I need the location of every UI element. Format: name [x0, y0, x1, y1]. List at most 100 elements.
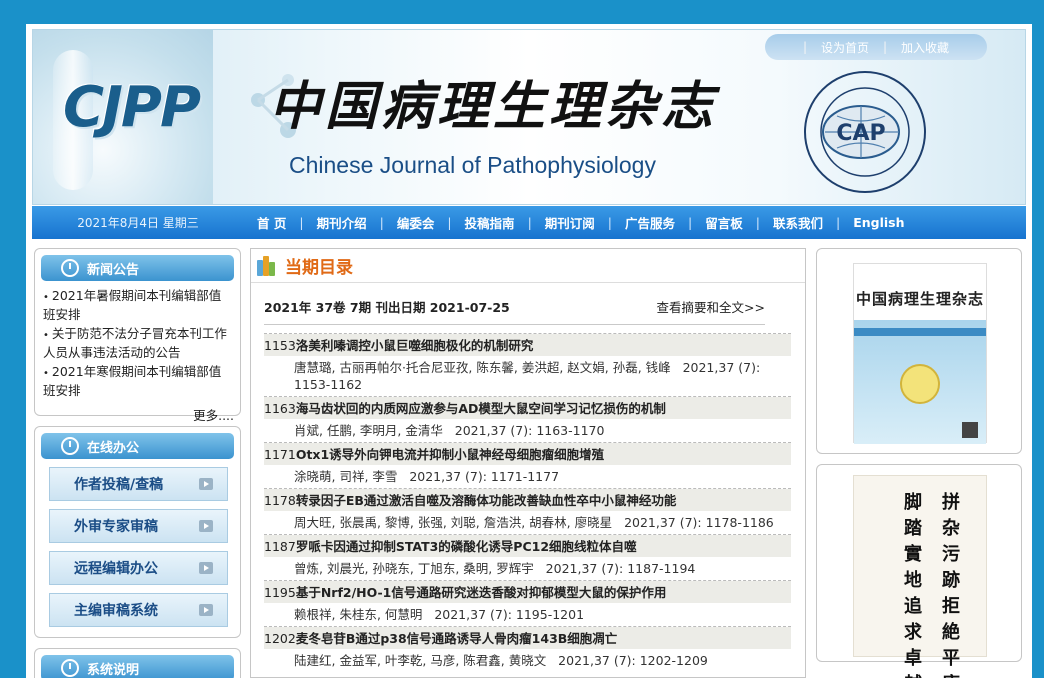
- cjpp-logo: CJPP: [63, 75, 201, 140]
- add-favorite-link[interactable]: 加入收藏: [901, 39, 949, 56]
- nav-item[interactable]: 期刊订阅: [532, 213, 608, 232]
- current-date: 2021年8月4日 星期三: [77, 216, 199, 230]
- article-page: 1171: [264, 447, 296, 462]
- news-item[interactable]: 关于防范不法分子冒充本刊工作人员从事违法活动的公告: [43, 325, 232, 361]
- article-entry: 1171Otx1诱导外向钾电流并抑制小鼠神经母细胞瘤细胞增殖 涂晓萌, 司祥, 李…: [264, 442, 791, 488]
- article-page: 1163: [264, 401, 296, 416]
- article-title: 洛美利嗪调控小鼠巨噬细胞极化的机制研究: [295, 338, 534, 353]
- author-submission-button[interactable]: 作者投稿/查稿: [49, 467, 228, 501]
- news-item[interactable]: 2021年暑假期间本刊编辑部值班安排: [43, 287, 232, 323]
- article-authors: 曾炼, 刘晨光, 孙晓东, 丁旭东, 桑明, 罗辉宇: [294, 561, 534, 576]
- article-title-link[interactable]: 1163海马齿状回的内质网应激参与AD模型大鼠空间学习记忆损伤的机制: [264, 397, 791, 419]
- article-page: 1187: [264, 539, 296, 554]
- article-authors: 赖根祥, 朱桂东, 何慧明: [294, 607, 423, 622]
- article-page: 1178: [264, 493, 296, 508]
- system-panel: 系统说明: [34, 648, 241, 678]
- article-entry: 1163海马齿状回的内质网应激参与AD模型大鼠空间学习记忆损伤的机制 肖斌, 任鹏…: [264, 396, 791, 442]
- article-title: 海马齿状回的内质网应激参与AD模型大鼠空间学习记忆损伤的机制: [295, 401, 666, 416]
- seal-text: CAP: [836, 121, 885, 146]
- article-citation: 2021,37 (7): 1187-1194: [545, 561, 696, 576]
- article-meta: 周大旺, 张晨禹, 黎博, 张强, 刘聪, 詹浩洪, 胡春林, 廖晓星 2021…: [264, 511, 791, 534]
- article-title-link[interactable]: 1202麦冬皂苷B通过p38信号通路诱导人骨肉瘤143B细胞凋亡: [264, 627, 791, 649]
- nav-item[interactable]: 编委会: [384, 213, 448, 232]
- article-title: 基于Nrf2/HO-1信号通路研究迷迭香酸对抑郁模型大鼠的保护作用: [295, 585, 667, 600]
- clock-icon: [61, 259, 79, 277]
- article-citation: 2021,37 (7): 1178-1186: [624, 515, 774, 530]
- article-title: 麦冬皂苷B通过p38信号通路诱导人骨肉瘤143B细胞凋亡: [295, 631, 618, 646]
- article-meta: 唐慧璐, 古丽再帕尔·托合尼亚孜, 陈东馨, 姜洪超, 赵文娟, 孙磊, 钱峰 …: [264, 356, 791, 396]
- calligraphy-column: 脚踏實地追求卓越: [904, 492, 922, 678]
- nav-items: 首 页 | 期刊介绍 | 编委会 | 投稿指南 | 期刊订阅 | 广告服务 | 留言板 | 联系我们 | Eng…: [244, 213, 918, 232]
- article-authors: 陆建红, 金益军, 叶李乾, 马彦, 陈君鑫, 黄晓文: [294, 653, 547, 668]
- article-meta: 涂晓萌, 司祥, 李雪 2021,37 (7): 1171-1177: [264, 465, 791, 488]
- nav-item[interactable]: 留言板: [692, 213, 756, 232]
- arrow-right-icon: [199, 604, 213, 616]
- article-citation: 2021,37 (7): 1163-1170: [454, 423, 605, 438]
- cover-seal-icon: [900, 364, 940, 404]
- article-title-link[interactable]: 1171Otx1诱导外向钾电流并抑制小鼠神经母细胞瘤细胞增殖: [264, 443, 791, 465]
- clock-icon: [61, 437, 79, 455]
- article-authors: 唐慧璐, 古丽再帕尔·托合尼亚孜, 陈东馨, 姜洪超, 赵文娟, 孙磊, 钱峰: [294, 360, 671, 375]
- article-title: 转录因子EB通过激活自噬及溶酶体功能改善缺血性卒中小鼠神经功能: [295, 493, 677, 508]
- article-entry: 1187罗哌卡因通过抑制STAT3的磷酸化诱导PC12细胞线粒体自噬 曾炼, 刘晨…: [264, 534, 791, 580]
- article-title-link[interactable]: 1153洛美利嗪调控小鼠巨噬细胞极化的机制研究: [264, 334, 791, 356]
- chief-editor-button[interactable]: 主编审稿系统: [49, 593, 228, 627]
- nav-item[interactable]: 广告服务: [612, 213, 688, 232]
- article-meta: 曾炼, 刘晨光, 孙晓东, 丁旭东, 桑明, 罗辉宇 2021,37 (7): …: [264, 557, 791, 580]
- article-citation: 2021,37 (7): 1171-1177: [409, 469, 560, 484]
- reviewer-button[interactable]: 外审专家审稿: [49, 509, 228, 543]
- article-meta: 赖根祥, 朱桂东, 何慧明 2021,37 (7): 1195-1201: [264, 603, 791, 626]
- system-panel-title: 系统说明: [87, 662, 140, 678]
- article-page: 1153: [264, 338, 296, 353]
- nav-item[interactable]: 首 页: [244, 213, 299, 232]
- books-icon: [257, 255, 279, 276]
- system-panel-header: 系统说明: [41, 655, 234, 678]
- article-authors: 周大旺, 张晨禹, 黎博, 张强, 刘聪, 詹浩洪, 胡春林, 廖晓星: [294, 515, 613, 530]
- issue-info: 2021年 37卷 7期 刊出日期 2021-07-25: [264, 300, 510, 315]
- article-page: 1195: [264, 585, 296, 600]
- header-banner: CJPP 中国病理生理杂志 Chinese Journal of Pathoph…: [32, 29, 1026, 205]
- current-issue-panel: 当期目录 2021年 37卷 7期 刊出日期 2021-07-25 查看摘要和全…: [250, 248, 806, 678]
- remote-editor-button[interactable]: 远程编辑办公: [49, 551, 228, 585]
- main-nav: 2021年8月4日 星期三 首 页 | 期刊介绍 | 编委会 | 投稿指南 | 期刊订阅 | 广告服…: [32, 206, 1026, 239]
- nav-item[interactable]: 期刊介绍: [304, 213, 380, 232]
- nav-item[interactable]: English: [840, 215, 917, 230]
- calligraphy-panel: 拼杂污跡拒絶平庸 脚踏實地追求卓越: [816, 464, 1022, 678]
- journal-cover-image[interactable]: 中国病理生理杂志: [853, 263, 987, 444]
- current-issue-header: 当期目录: [251, 249, 805, 283]
- view-abstract-link[interactable]: 查看摘要和全文>>: [657, 297, 765, 316]
- nav-item[interactable]: 联系我们: [760, 213, 836, 232]
- news-panel-header: 新闻公告: [41, 255, 234, 281]
- news-panel: 新闻公告 2021年暑假期间本刊编辑部值班安排 关于防范不法分子冒充本刊工作人员…: [34, 248, 241, 423]
- arrow-right-icon: [199, 478, 213, 490]
- journal-title-en: Chinese Journal of Pathophysiology: [289, 152, 656, 178]
- article-title-link[interactable]: 1195基于Nrf2/HO-1信号通路研究迷迭香酸对抑郁模型大鼠的保护作用: [264, 581, 791, 603]
- article-entry: 1202麦冬皂苷B通过p38信号通路诱导人骨肉瘤143B细胞凋亡 陆建红, 金益军…: [264, 626, 791, 672]
- journal-title-cn: 中国病理生理杂志: [269, 76, 718, 137]
- set-homepage-link[interactable]: 设为首页: [821, 39, 869, 56]
- article-list: 1153洛美利嗪调控小鼠巨噬细胞极化的机制研究 唐慧璐, 古丽再帕尔·托合尼亚孜,…: [264, 333, 791, 672]
- online-office-title: 在线办公: [87, 440, 140, 456]
- article-citation: 2021,37 (7): 1195-1201: [434, 607, 585, 622]
- article-title-link[interactable]: 1187罗哌卡因通过抑制STAT3的磷酸化诱导PC12细胞线粒体自噬: [264, 535, 791, 557]
- calligraphy-column: 拼杂污跡拒絶平庸: [942, 492, 960, 678]
- arrow-right-icon: [199, 520, 213, 532]
- qr-code-icon: [962, 422, 978, 438]
- news-item[interactable]: 2021年寒假期间本刊编辑部值班安排: [43, 363, 232, 399]
- nav-item[interactable]: 投稿指南: [452, 213, 528, 232]
- current-issue-title: 当期目录: [285, 258, 353, 278]
- issue-info-row: 2021年 37卷 7期 刊出日期 2021-07-25 查看摘要和全文>>: [264, 297, 765, 325]
- article-title-link[interactable]: 1178转录因子EB通过激活自噬及溶酶体功能改善缺血性卒中小鼠神经功能: [264, 489, 791, 511]
- article-title: Otx1诱导外向钾电流并抑制小鼠神经母细胞瘤细胞增殖: [295, 447, 605, 462]
- article-entry: 1195基于Nrf2/HO-1信号通路研究迷迭香酸对抑郁模型大鼠的保护作用 赖根祥…: [264, 580, 791, 626]
- cap-association-seal: CAP: [804, 71, 926, 193]
- news-more-link[interactable]: 更多....: [35, 405, 240, 424]
- article-entry: 1178转录因子EB通过激活自噬及溶酶体功能改善缺血性卒中小鼠神经功能 周大旺, …: [264, 488, 791, 534]
- article-meta: 陆建红, 金益军, 叶李乾, 马彦, 陈君鑫, 黄晓文 2021,37 (7):…: [264, 649, 791, 672]
- article-meta: 肖斌, 任鹏, 李明月, 金清华 2021,37 (7): 1163-1170: [264, 419, 791, 442]
- page: CJPP 中国病理生理杂志 Chinese Journal of Pathoph…: [26, 24, 1032, 678]
- article-citation: 2021,37 (7): 1202-1209: [558, 653, 708, 668]
- article-page: 1202: [264, 631, 296, 646]
- top-links: | 设为首页 | 加入收藏: [765, 34, 987, 60]
- article-title: 罗哌卡因通过抑制STAT3的磷酸化诱导PC12细胞线粒体自噬: [295, 539, 637, 554]
